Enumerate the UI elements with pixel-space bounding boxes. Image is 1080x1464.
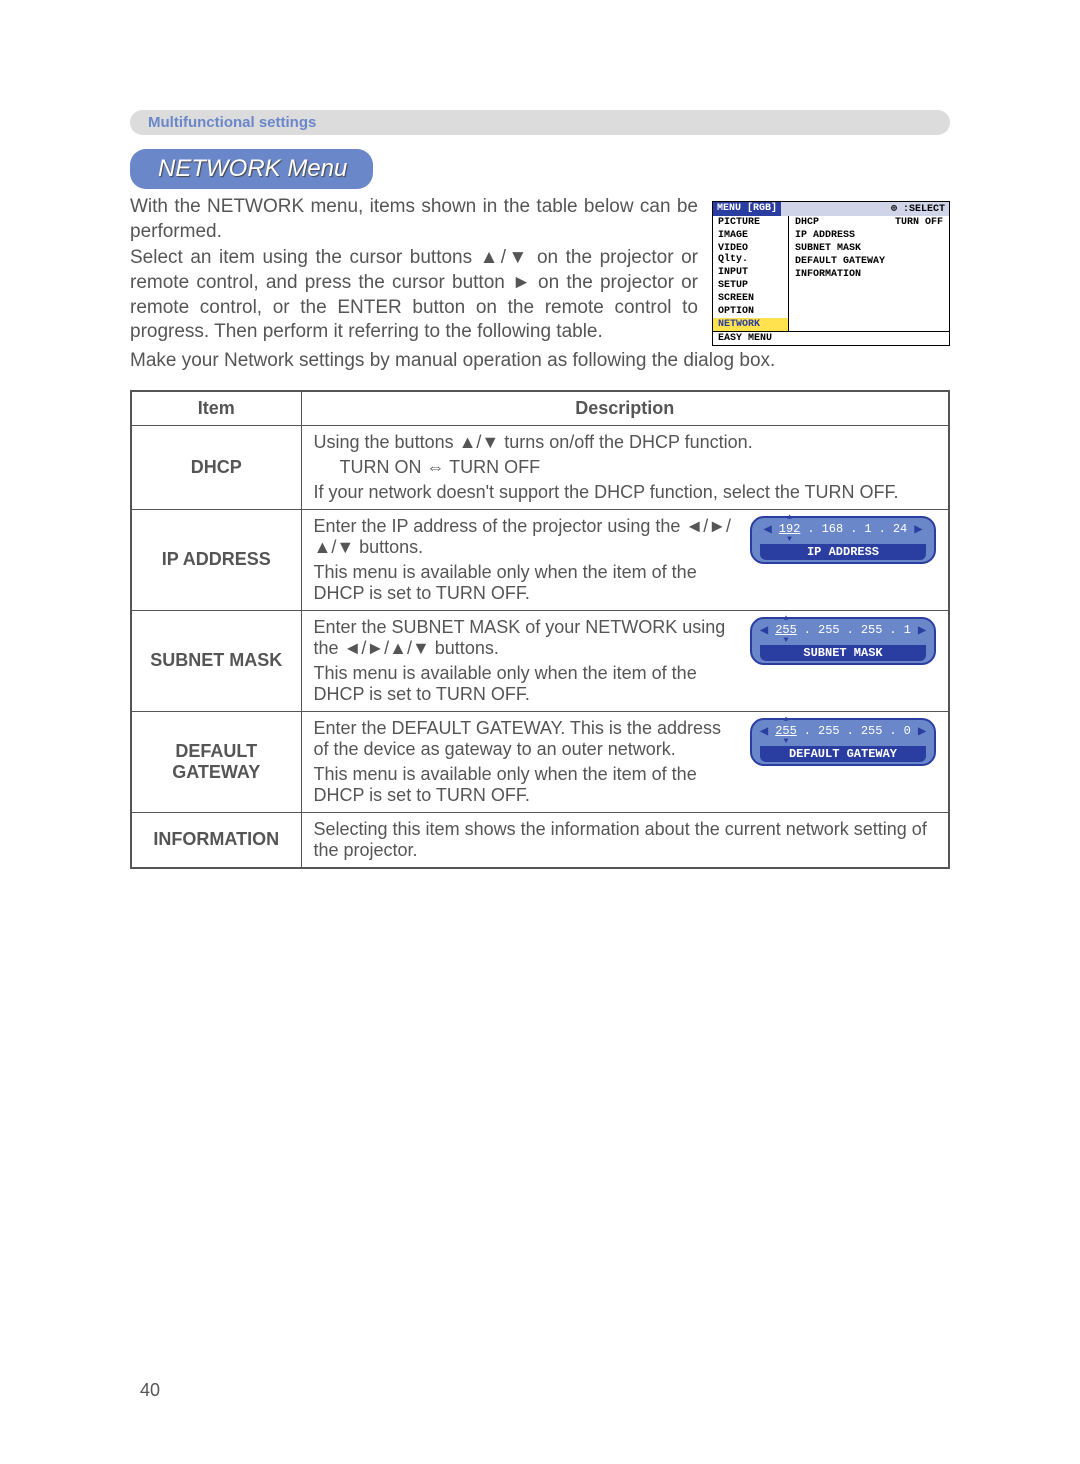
osd-left-item: INPUT (713, 266, 788, 279)
osd-left-item: PICTURE (713, 216, 788, 229)
osd-left-item: VIDEO Qlty. (713, 242, 788, 266)
table-header-item: Item (131, 391, 301, 426)
ip-octet: 24 (892, 522, 908, 536)
osd-right-label: SUBNET MASK (795, 243, 861, 254)
osd-left-item-selected: NETWORK (713, 318, 788, 331)
osd-left-item: SCREEN (713, 292, 788, 305)
chevron-left-icon: ◀ (760, 622, 768, 639)
ip-octet: 255 (774, 724, 798, 738)
ip-octet: 1 (863, 522, 872, 536)
table-header-description: Description (301, 391, 949, 426)
osd-right-label: DEFAULT GATEWAY (795, 256, 885, 267)
osd-right-label: DHCP (795, 217, 819, 228)
row-item: INFORMATION (131, 812, 301, 868)
ip-octet: 255 (860, 724, 884, 738)
osd-header-right: ⊕ :SELECT (887, 202, 949, 216)
row-item: SUBNET MASK (131, 610, 301, 711)
ip-octet: 255 (774, 623, 798, 637)
ip-octet: 255 (817, 623, 841, 637)
row-desc-line: Enter the IP address of the projector us… (314, 516, 741, 558)
osd-right-label: IP ADDRESS (795, 230, 855, 241)
table-row: INFORMATION Selecting this item shows th… (131, 812, 949, 868)
osd-right-value: TURN OFF (895, 217, 943, 228)
row-desc-line: If your network doesn't support the DHCP… (314, 482, 937, 503)
table-row: DEFAULTGATEWAY Enter the DEFAULT GATEWAY… (131, 711, 949, 812)
intro-paragraph-1: With the NETWORK menu, items shown in th… (130, 195, 698, 244)
page-number: 40 (140, 1380, 160, 1401)
row-desc-line: Enter the SUBNET MASK of your NETWORK us… (314, 617, 741, 659)
chevron-right-icon: ▶ (914, 521, 922, 538)
osd-bottom: EASY MENU (713, 331, 949, 345)
table-row: IP ADDRESS Enter the IP address of the p… (131, 509, 949, 610)
table-row: SUBNET MASK Enter the SUBNET MASK of you… (131, 610, 949, 711)
row-desc-line: This menu is available only when the ite… (314, 663, 741, 705)
ip-octet: 255 (860, 623, 884, 637)
intro-paragraph-3: Make your Network settings by manual ope… (130, 349, 950, 374)
network-menu-table: Item Description DHCP Using the buttons … (130, 390, 950, 869)
section-bar: Multifunctional settings (130, 110, 950, 135)
row-item: DHCP (131, 425, 301, 509)
chevron-right-icon: ▶ (918, 723, 926, 740)
mini-osd-label: SUBNET MASK (760, 645, 926, 661)
mini-osd-label: IP ADDRESS (760, 544, 926, 560)
osd-menu-screenshot: MENU [RGB] ⊕ :SELECT PICTURE IMAGE VIDEO… (712, 201, 950, 346)
intro-paragraph-2: Select an item using the cursor buttons … (130, 246, 698, 345)
osd-left-item: SETUP (713, 279, 788, 292)
table-row: DHCP Using the buttons ▲/▼ turns on/off … (131, 425, 949, 509)
ip-octet: 0 (903, 724, 912, 738)
row-desc-line: Enter the DEFAULT GATEWAY. This is the a… (314, 718, 741, 760)
row-desc-line: This menu is available only when the ite… (314, 562, 741, 604)
row-desc-line: Selecting this item shows the informatio… (301, 812, 949, 868)
row-desc-line: TURN ON ⇔ TURN OFF (340, 457, 937, 478)
ip-address-osd: ◀ 192. 168. 1. 24 ▶ IP ADDRESS (750, 516, 936, 564)
chevron-left-icon: ◀ (763, 521, 771, 538)
page-title: NETWORK Menu (130, 149, 373, 189)
row-item: IP ADDRESS (131, 509, 301, 610)
subnet-mask-osd: ◀ 255. 255. 255. 1 ▶ SUBNET MASK (750, 617, 936, 665)
chevron-right-icon: ▶ (918, 622, 926, 639)
row-desc-line: Using the buttons ▲/▼ turns on/off the D… (314, 432, 937, 453)
mini-osd-label: DEFAULT GATEWAY (760, 746, 926, 762)
row-desc-line: This menu is available only when the ite… (314, 764, 741, 806)
default-gateway-osd: ◀ 255. 255. 255. 0 ▶ DEFAULT GATEWAY (750, 718, 936, 766)
osd-left-item: IMAGE (713, 229, 788, 242)
osd-left-panel: PICTURE IMAGE VIDEO Qlty. INPUT SETUP SC… (713, 216, 789, 331)
ip-octet: 1 (903, 623, 912, 637)
osd-left-item: OPTION (713, 305, 788, 318)
ip-octet: 168 (821, 522, 845, 536)
ip-octet: 192 (778, 522, 802, 536)
osd-right-label: INFORMATION (795, 269, 861, 280)
row-item: DEFAULTGATEWAY (131, 711, 301, 812)
chevron-left-icon: ◀ (760, 723, 768, 740)
ip-octet: 255 (817, 724, 841, 738)
osd-header-left: MENU [RGB] (713, 202, 781, 216)
osd-right-panel: DHCP TURN OFF IP ADDRESS SUBNET MASK DEFA… (789, 216, 949, 331)
